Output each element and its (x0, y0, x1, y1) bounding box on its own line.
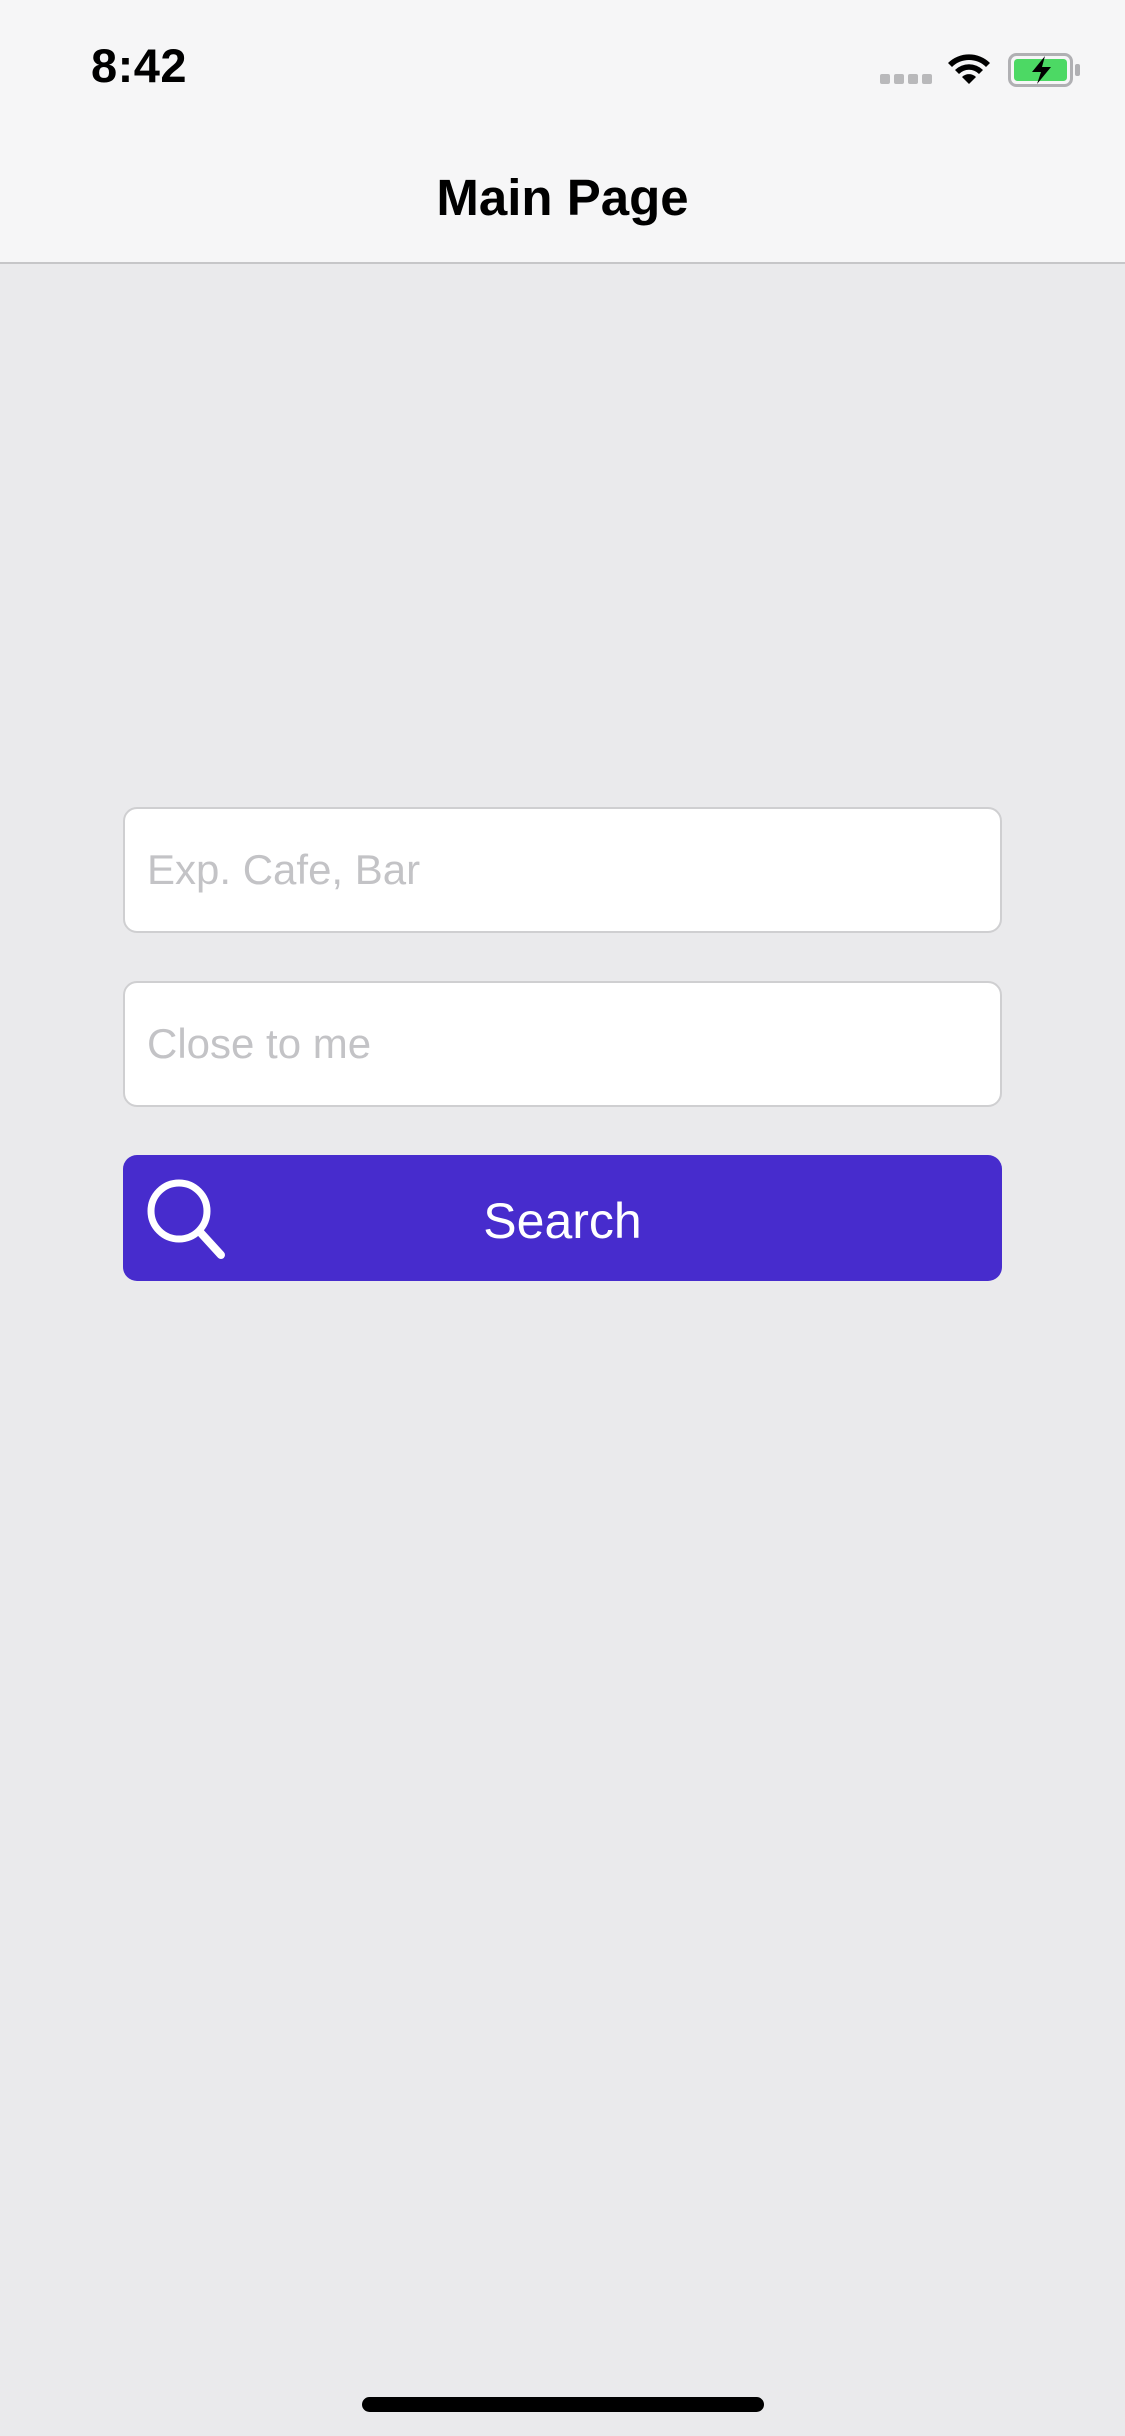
signal-dots-icon (880, 74, 932, 84)
page-title: Main Page (436, 169, 689, 226)
search-button-label: Search (483, 1193, 642, 1249)
navigation-bar: Main Page (0, 132, 1125, 264)
status-time: 8:42 (91, 39, 188, 92)
wifi-icon (948, 54, 990, 84)
place-type-input[interactable] (123, 807, 1002, 933)
home-indicator[interactable] (362, 2397, 764, 2412)
location-input[interactable] (123, 981, 1002, 1107)
search-button[interactable]: Search (123, 1155, 1002, 1281)
battery-charging-icon (1008, 53, 1080, 87)
status-bar: 8:42 (0, 0, 1125, 132)
